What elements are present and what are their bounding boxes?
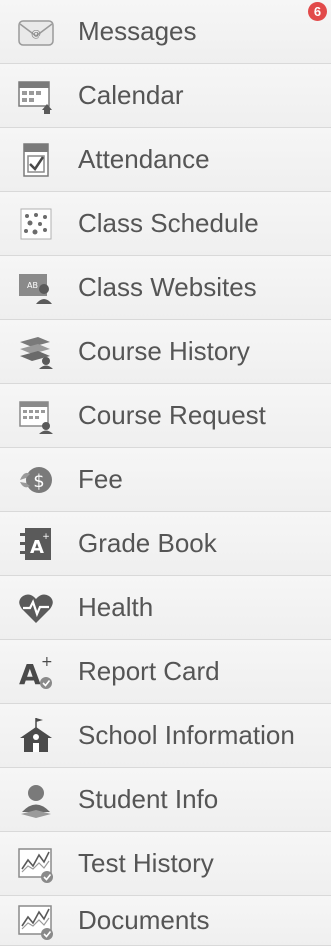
- svg-text:+: +: [42, 532, 50, 542]
- menu-item-label: Class Websites: [78, 272, 257, 302]
- menu-item-student-info[interactable]: Student Info: [0, 768, 331, 832]
- attendance-checkbox-icon: [14, 138, 58, 182]
- menu-item-label: Course History: [78, 336, 250, 366]
- menu-item-class-websites[interactable]: AB Class Websites: [0, 256, 331, 320]
- class-schedule-icon: [14, 202, 58, 246]
- menu-item-label: Test History: [78, 848, 214, 878]
- svg-text:AB: AB: [27, 281, 38, 290]
- menu-item-grade-book[interactable]: A + Grade Book: [0, 512, 331, 576]
- menu-item-label: Class Schedule: [78, 208, 259, 238]
- menu-item-documents[interactable]: Documents: [0, 896, 331, 946]
- menu-item-report-card[interactable]: A + Report Card: [0, 640, 331, 704]
- svg-text:A: A: [19, 658, 41, 691]
- menu-item-label: Fee: [78, 464, 123, 494]
- student-info-icon: [14, 778, 58, 822]
- menu-item-label: Attendance: [78, 144, 210, 174]
- menu-item-attendance[interactable]: Attendance: [0, 128, 331, 192]
- unread-count-badge: 6: [308, 2, 327, 21]
- menu-item-label: Grade Book: [78, 528, 217, 558]
- grade-book-icon: A +: [14, 522, 58, 566]
- menu-item-messages[interactable]: @ Messages 6: [0, 0, 331, 64]
- menu-item-label: Course Request: [78, 400, 266, 430]
- menu-item-label: Calendar: [78, 80, 184, 110]
- calendar-icon: [14, 74, 58, 118]
- menu-item-calendar[interactable]: Calendar: [0, 64, 331, 128]
- menu-item-health[interactable]: Health: [0, 576, 331, 640]
- menu-item-label: Messages: [78, 16, 197, 46]
- menu-item-test-history[interactable]: Test History: [0, 832, 331, 896]
- menu-item-class-schedule[interactable]: Class Schedule: [0, 192, 331, 256]
- menu-item-course-history[interactable]: Course History: [0, 320, 331, 384]
- menu-item-fee[interactable]: $ Fee: [0, 448, 331, 512]
- fee-dollar-icon: $: [14, 458, 58, 502]
- menu-item-label: Documents: [78, 905, 210, 935]
- svg-text:$: $: [33, 471, 44, 492]
- health-heart-icon: [14, 586, 58, 630]
- menu-item-label: Health: [78, 592, 154, 622]
- menu-item-school-information[interactable]: School Information: [0, 704, 331, 768]
- menu-item-label: School Information: [78, 720, 295, 750]
- report-card-icon: A +: [14, 650, 58, 694]
- menu-item-label: Report Card: [78, 656, 220, 686]
- class-websites-icon: AB: [14, 266, 58, 310]
- menu-item-course-request[interactable]: Course Request: [0, 384, 331, 448]
- svg-text:@: @: [31, 29, 41, 40]
- documents-chart-icon: [14, 899, 58, 943]
- course-request-icon: [14, 394, 58, 438]
- envelope-icon: @: [14, 10, 58, 54]
- course-history-icon: [14, 330, 58, 374]
- svg-text:+: +: [41, 654, 53, 670]
- navigation-menu: @ Messages 6 Calendar Attendance Class S…: [0, 0, 331, 946]
- school-house-icon: [14, 714, 58, 758]
- menu-item-label: Student Info: [78, 784, 219, 814]
- test-history-chart-icon: [14, 842, 58, 886]
